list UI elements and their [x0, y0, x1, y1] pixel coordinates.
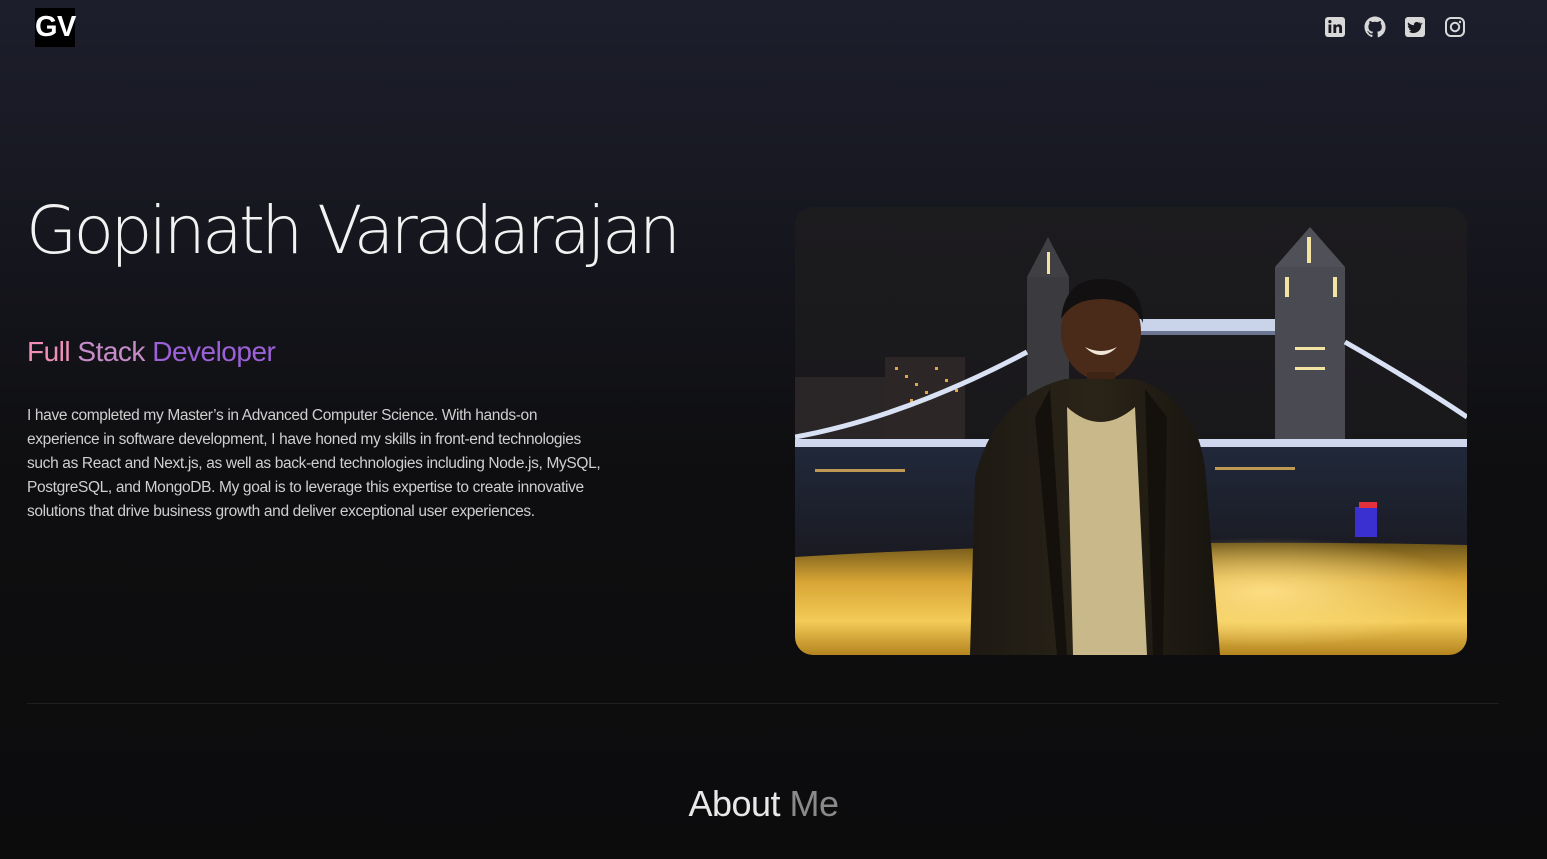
linkedin-link[interactable]	[1323, 15, 1347, 39]
role-word-full: Full	[27, 336, 71, 367]
role-word-stack: Stack	[77, 336, 145, 367]
logo-link[interactable]: GV	[35, 8, 76, 47]
instagram-icon	[1445, 17, 1465, 37]
twitter-icon	[1405, 17, 1425, 37]
linkedin-icon	[1325, 17, 1345, 37]
twitter-link[interactable]	[1403, 15, 1427, 39]
about-heading-part1: About	[688, 783, 781, 824]
github-icon	[1364, 16, 1386, 38]
about-heading: About Me	[0, 783, 1527, 825]
about-heading-part2: Me	[789, 783, 840, 824]
role-word-developer: Developer	[152, 336, 276, 367]
social-links	[1323, 15, 1467, 39]
section-divider	[27, 703, 1499, 704]
profile-photo	[795, 207, 1467, 655]
hero-role: Full Stack Developer	[27, 336, 276, 368]
tower-bridge-photo	[795, 207, 1467, 655]
hero-bio: I have completed my Master’s in Advanced…	[27, 407, 601, 520]
github-link[interactable]	[1363, 15, 1387, 39]
hero-name: Gopinath Varadarajan	[26, 192, 681, 269]
instagram-link[interactable]	[1443, 15, 1467, 39]
